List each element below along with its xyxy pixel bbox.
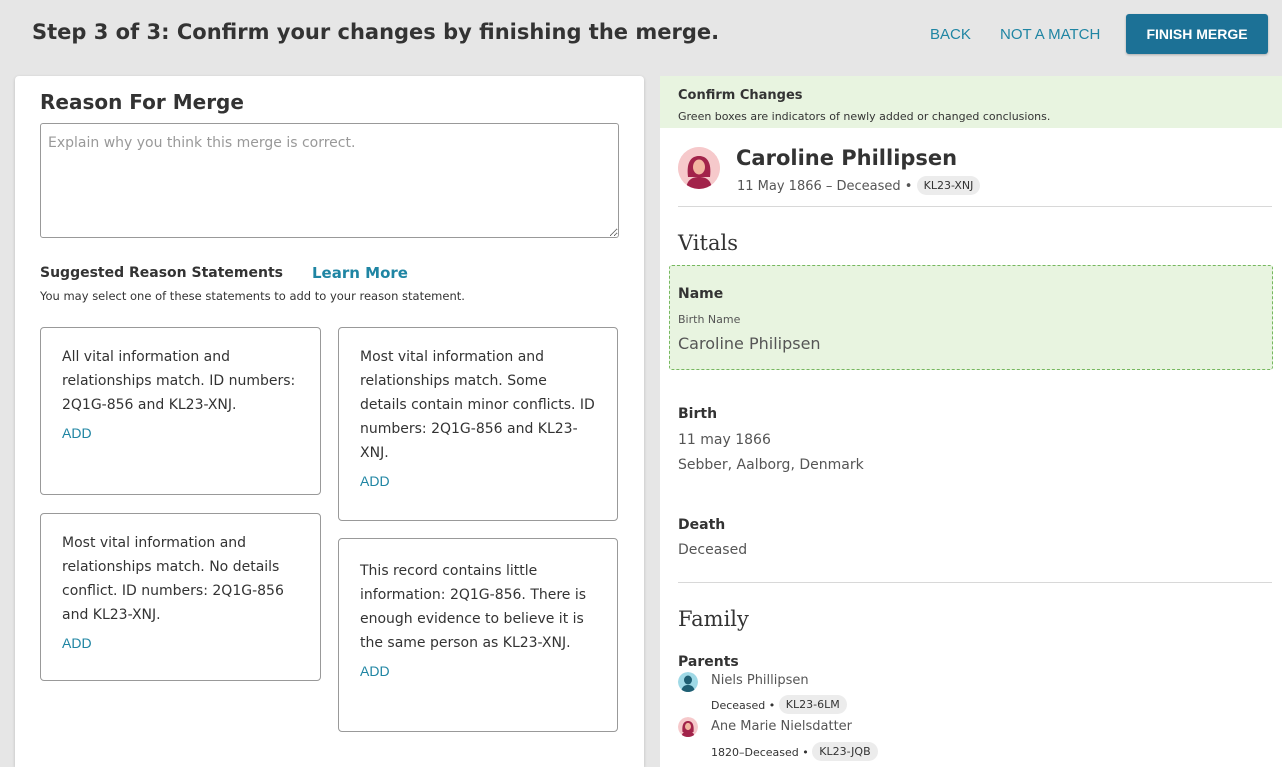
parent-name-link[interactable]: Ane Marie Nielsdatter bbox=[711, 719, 852, 734]
parent-meta: Deceased • KL23-6LM bbox=[711, 695, 847, 714]
reason-input[interactable] bbox=[40, 123, 619, 238]
person-name[interactable]: Caroline Phillipsen bbox=[736, 146, 957, 170]
male-avatar-icon bbox=[678, 672, 698, 692]
confirm-banner: Confirm Changes Green boxes are indicato… bbox=[660, 76, 1282, 128]
add-statement-button[interactable]: ADD bbox=[360, 473, 390, 489]
finish-merge-button[interactable]: FINISH MERGE bbox=[1126, 14, 1268, 54]
suggested-statements-title: Suggested Reason Statements bbox=[40, 265, 284, 281]
divider bbox=[678, 206, 1272, 207]
person-lifespan: 11 May 1866 – Deceased • KL23-XNJ bbox=[737, 176, 981, 195]
add-statement-button[interactable]: ADD bbox=[62, 425, 92, 441]
add-statement-button[interactable]: ADD bbox=[360, 663, 390, 679]
vitals-title: Vitals bbox=[678, 231, 738, 255]
confirm-panel: Confirm Changes Green boxes are indicato… bbox=[660, 76, 1282, 767]
parents-label: Parents bbox=[678, 654, 739, 670]
name-type: Birth Name bbox=[678, 313, 741, 326]
page-title: Step 3 of 3: Confirm your changes by fin… bbox=[32, 20, 720, 44]
statement-text: Most vital information and relationships… bbox=[360, 349, 595, 461]
statement-text: Most vital information and relationships… bbox=[62, 535, 284, 623]
learn-more-link[interactable]: Learn More bbox=[312, 264, 408, 282]
parent-meta: 1820–Deceased • KL23-JQB bbox=[711, 742, 878, 761]
birth-place: Sebber, Aalborg, Denmark bbox=[678, 457, 864, 473]
lifespan-text: 11 May 1866 – Deceased • bbox=[737, 179, 913, 194]
divider bbox=[678, 582, 1272, 583]
not-a-match-button[interactable]: NOT A MATCH bbox=[1000, 26, 1100, 43]
reason-title: Reason For Merge bbox=[40, 90, 244, 114]
name-changed-box bbox=[669, 265, 1273, 370]
parent-id-badge: KL23-6LM bbox=[778, 695, 847, 714]
parent-lifespan: Deceased • bbox=[711, 699, 776, 712]
reason-panel: Reason For Merge Suggested Reason Statem… bbox=[15, 76, 644, 767]
family-title: Family bbox=[678, 607, 749, 631]
confirm-subtitle: Green boxes are indicators of newly adde… bbox=[678, 110, 1051, 123]
add-statement-button[interactable]: ADD bbox=[62, 635, 92, 651]
statement-card-1: All vital information and relationships … bbox=[40, 327, 321, 495]
statement-card-2: Most vital information and relationships… bbox=[338, 327, 618, 521]
parent-lifespan: 1820–Deceased • bbox=[711, 746, 809, 759]
person-id-badge: KL23-XNJ bbox=[916, 176, 981, 195]
name-label: Name bbox=[678, 286, 724, 302]
parent-id-badge: KL23-JQB bbox=[812, 742, 878, 761]
birth-label: Birth bbox=[678, 406, 718, 422]
back-button[interactable]: BACK bbox=[930, 26, 971, 43]
parent-name-link[interactable]: Niels Phillipsen bbox=[711, 673, 809, 688]
suggested-statements-hint: You may select one of these statements t… bbox=[40, 289, 465, 303]
name-value: Caroline Philipsen bbox=[678, 334, 821, 353]
statement-text: All vital information and relationships … bbox=[62, 349, 296, 413]
death-label: Death bbox=[678, 517, 726, 533]
page-header: Step 3 of 3: Confirm your changes by fin… bbox=[0, 0, 1282, 68]
statement-card-4: This record contains little information:… bbox=[338, 538, 618, 732]
death-value: Deceased bbox=[678, 542, 748, 558]
birth-date: 11 may 1866 bbox=[678, 432, 771, 448]
female-avatar-icon bbox=[678, 717, 698, 737]
statement-text: This record contains little information:… bbox=[360, 563, 587, 651]
statement-card-3: Most vital information and relationships… bbox=[40, 513, 321, 681]
confirm-title: Confirm Changes bbox=[678, 88, 803, 103]
female-avatar-icon bbox=[678, 147, 720, 189]
